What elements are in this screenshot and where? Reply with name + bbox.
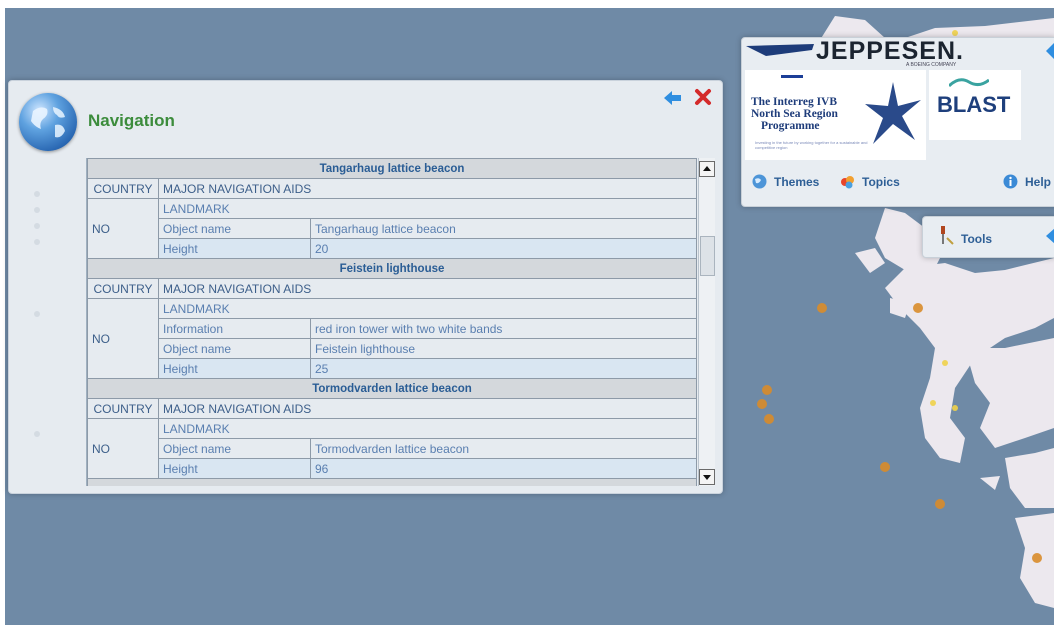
- panel-title: Navigation: [88, 111, 175, 130]
- tools-icon: [941, 226, 954, 245]
- wave-icon: [949, 78, 989, 88]
- attribute-value: 20: [310, 238, 697, 259]
- section-heading-row: [87, 478, 697, 486]
- scroll-thumb[interactable]: [700, 236, 715, 276]
- attribute-name: Object name: [158, 218, 311, 239]
- help-label: Help: [1025, 175, 1052, 189]
- attribute-value: 25: [310, 358, 697, 379]
- attribute-name: Height: [158, 458, 311, 479]
- country-label: COUNTRY: [87, 398, 159, 419]
- attribute-value: Tormodvarden lattice beacon: [310, 438, 697, 459]
- table-row: NO LANDMARK: [87, 418, 697, 479]
- starfish-icon: [865, 82, 921, 144]
- attribute-name: Object name: [158, 438, 311, 459]
- table-row: Height 20: [88, 238, 697, 259]
- section-heading-row: Tangarhaug lattice beacon: [87, 158, 697, 179]
- table-row: Object name Tangarhaug lattice beacon: [88, 218, 697, 239]
- tools-label: Tools: [961, 232, 993, 246]
- interreg-logo: The Interreg IVB North Sea Region Progra…: [745, 70, 926, 160]
- themes-label: Themes: [774, 175, 820, 189]
- country-label: COUNTRY: [87, 278, 159, 299]
- back-arrow-icon[interactable]: [662, 90, 682, 106]
- attribute-value: 96: [310, 458, 697, 479]
- panel-resize-handle[interactable]: [31, 191, 43, 451]
- interreg-line: North Sea Region: [751, 108, 838, 120]
- attribute-name: Information: [158, 318, 311, 339]
- interreg-title: The Interreg IVB North Sea Region Progra…: [751, 96, 871, 132]
- category-label: MAJOR NAVIGATION AIDS: [158, 278, 697, 299]
- topics-label: Topics: [862, 175, 900, 189]
- attribute-name: Height: [158, 238, 311, 259]
- table-row: NO LANDMARK: [87, 198, 697, 259]
- table-row: COUNTRY MAJOR NAVIGATION AIDS: [87, 178, 697, 199]
- globe-icon: [19, 93, 77, 151]
- attribute-value: Feistein lighthouse: [310, 338, 697, 359]
- attribute-value: Tangarhaug lattice beacon: [310, 218, 697, 239]
- table-row: Height 96: [88, 458, 697, 479]
- jeppesen-tagline: A BOEING COMPANY: [906, 62, 957, 68]
- blast-wordmark: BLAST: [937, 92, 1011, 117]
- table-row: Object name Feistein lighthouse: [88, 338, 697, 359]
- scroll-up-button[interactable]: [699, 161, 715, 177]
- info-icon: [1003, 174, 1018, 189]
- navigation-aids-table: Tangarhaug lattice beacon COUNTRY MAJOR …: [86, 158, 697, 486]
- country-value: NO: [87, 418, 159, 479]
- navigation-panel: Navigation Tangarhaug lattice beacon COU…: [8, 80, 723, 494]
- attribute-value: red iron tower with two white bands: [310, 318, 697, 339]
- table-scrollbar[interactable]: [698, 158, 715, 486]
- country-value: NO: [87, 198, 159, 259]
- interreg-tagline: Investing in the future by working toget…: [755, 140, 868, 150]
- table-row: Information red iron tower with two whit…: [88, 318, 697, 339]
- scroll-down-button[interactable]: [699, 469, 715, 485]
- close-icon[interactable]: [694, 88, 712, 106]
- section-heading-row: Tormodvarden lattice beacon: [87, 378, 697, 399]
- jeppesen-logo: JEPPESEN. A BOEING COMPANY: [746, 38, 986, 68]
- interreg-line: Programme: [761, 120, 820, 132]
- category-label: MAJOR NAVIGATION AIDS: [158, 178, 697, 199]
- topics-icon: [841, 176, 854, 189]
- eu-flag-icon: [781, 75, 803, 78]
- section-heading: Tangarhaug lattice beacon: [87, 158, 697, 179]
- section-heading: Feistein lighthouse: [87, 258, 697, 279]
- type-label: LANDMARK: [158, 418, 697, 439]
- interreg-line: The Interreg IVB: [751, 96, 838, 108]
- category-label: MAJOR NAVIGATION AIDS: [158, 398, 697, 419]
- section-heading-row: Feistein lighthouse: [87, 258, 697, 279]
- brand-panel: JEPPESEN. A BOEING COMPANY The Interreg …: [741, 37, 1054, 207]
- table-row: NO LANDMARK: [87, 298, 697, 379]
- section-heading: Tormodvarden lattice beacon: [87, 378, 697, 399]
- table-row: COUNTRY MAJOR NAVIGATION AIDS: [87, 278, 697, 299]
- country-value: NO: [87, 298, 159, 379]
- table-row: Height 25: [88, 358, 697, 379]
- collapse-arrow-icon[interactable]: [1044, 41, 1054, 61]
- type-label: LANDMARK: [158, 198, 697, 219]
- attribute-name: Object name: [158, 338, 311, 359]
- attribute-name: Height: [158, 358, 311, 379]
- tools-collapse-arrow-icon[interactable]: [1043, 226, 1054, 246]
- tools-panel[interactable]: Tools: [922, 216, 1054, 258]
- section-heading-partial: [87, 478, 697, 486]
- table-row: Object name Tormodvarden lattice beacon: [88, 438, 697, 459]
- themes-globe-icon: [752, 174, 767, 189]
- type-label: LANDMARK: [158, 298, 697, 319]
- blast-logo: BLAST: [929, 70, 1021, 140]
- table-row: COUNTRY MAJOR NAVIGATION AIDS: [87, 398, 697, 419]
- country-label: COUNTRY: [87, 178, 159, 199]
